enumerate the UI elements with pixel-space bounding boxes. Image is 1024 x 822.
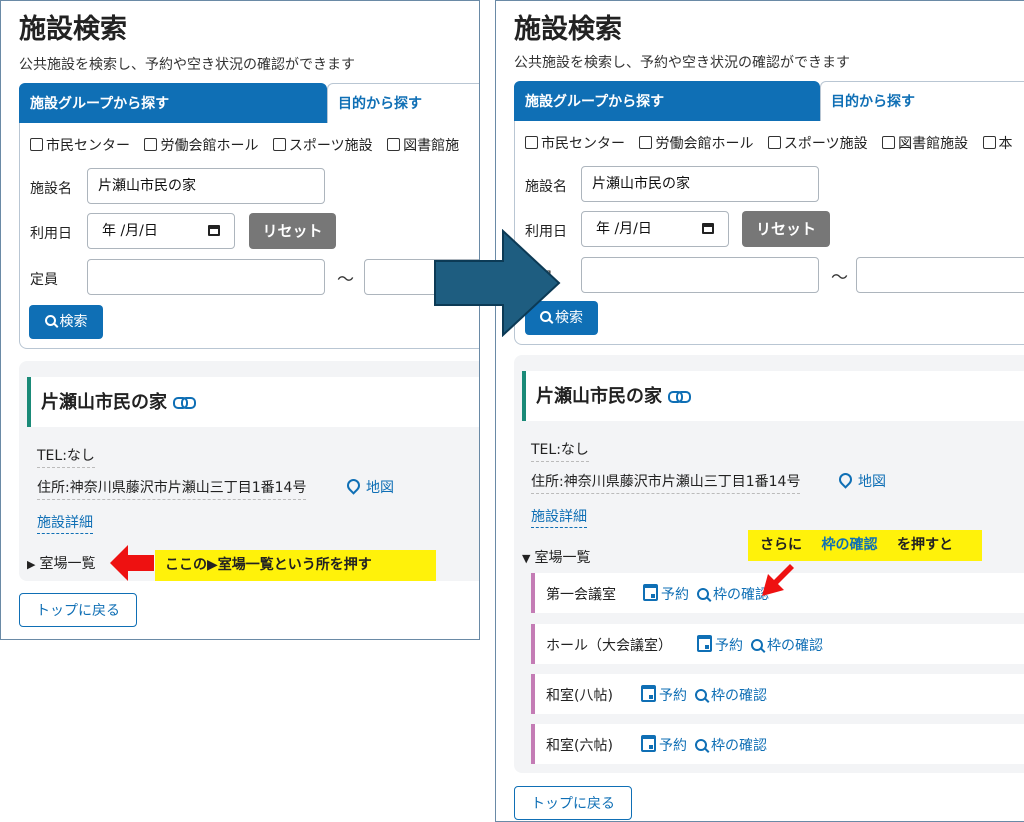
reset-button[interactable]: リセット [249, 213, 336, 249]
zoom-icon [751, 639, 763, 651]
tab-purpose[interactable]: 目的から探す [327, 83, 479, 123]
room-check-slots-link[interactable]: 枠の確認 [751, 635, 823, 655]
facility-detail-link[interactable]: 施設詳細 [531, 506, 587, 528]
room-reserve-link[interactable]: 予約 [641, 685, 687, 705]
pointer-arrow-shape [762, 564, 794, 596]
range-tilde: ～ [337, 270, 354, 290]
facility-tel: TEL:なし [531, 439, 589, 462]
date-input[interactable]: 年 /月/日 [581, 211, 729, 247]
link-icon[interactable] [668, 391, 691, 403]
calendar-icon [697, 635, 712, 652]
map-link[interactable]: 地図 [344, 476, 394, 497]
facility-tel: TEL:なし [37, 445, 95, 468]
checkbox-sports[interactable]: スポーツ施設 [272, 135, 373, 155]
facility-name: 片瀬山市民の家 [41, 388, 196, 414]
checkbox-library[interactable]: 図書館施設 [882, 133, 968, 153]
reset-button[interactable]: リセット [742, 211, 830, 247]
room-name: 第一会議室 [546, 587, 616, 603]
checkbox-civic-center[interactable]: 市民センター [525, 133, 625, 153]
calendar-icon[interactable] [702, 223, 714, 234]
room-row: 和室(八帖) 予約 枠の確認 [531, 674, 1024, 714]
facility-name-input[interactable]: 片瀬山市民の家 [581, 166, 819, 202]
search-icon [44, 315, 56, 326]
capacity-label: 定員 [30, 272, 58, 288]
calendar-icon[interactable] [208, 225, 220, 236]
after-screenshot-panel: 施設検索 公共施設を検索し、予約や空き状況の確認ができます 施設グループから探す… [495, 0, 1024, 822]
instruction-callout-right: さらに 枠の確認 を押すと [748, 530, 982, 561]
range-tilde: ～ [831, 268, 848, 288]
checkbox-books[interactable]: 本 [982, 133, 1013, 153]
facility-header: 片瀬山市民の家 [522, 371, 1024, 421]
result-card: 片瀬山市民の家 TEL:なし 住所:神奈川県藤沢市片瀬山三丁目1番14号 地図 … [19, 361, 479, 581]
capacity-max-input[interactable] [856, 257, 1024, 293]
tab-facility-group[interactable]: 施設グループから探す [514, 81, 820, 121]
checkbox-labor-hall[interactable]: 労働会館ホール [639, 133, 753, 153]
back-to-top-button[interactable]: トップに戻る [19, 593, 137, 627]
facility-header: 片瀬山市民の家 [27, 377, 479, 427]
room-row: 和室(六帖) 予約 枠の確認 [531, 724, 1024, 764]
instruction-callout-left: ここの▶室場一覧という所を押す [155, 550, 436, 581]
room-reserve-link[interactable]: 予約 [643, 584, 689, 604]
date-input[interactable]: 年 /月/日 [87, 213, 235, 249]
pointer-arrow-shape [110, 545, 154, 581]
facility-address: 住所:神奈川県藤沢市片瀬山三丁目1番14号 [37, 477, 307, 500]
facility-name: 片瀬山市民の家 [536, 382, 691, 408]
tab-facility-group[interactable]: 施設グループから探す [19, 83, 327, 123]
capacity-min-input[interactable] [581, 257, 819, 293]
date-label: 利用日 [30, 226, 72, 242]
facility-name-label: 施設名 [525, 179, 567, 195]
search-form: 市民センター 労働会館ホール スポーツ施設 図書館施設 本 施設名 片瀬山市民の… [514, 121, 1024, 345]
facility-name-input[interactable]: 片瀬山市民の家 [87, 168, 325, 204]
search-form: 市民センター 労働会館ホール スポーツ施設 図書館施 施設名 片瀬山市民の家 利… [19, 123, 479, 349]
page-title: 施設検索 [19, 14, 127, 45]
search-tabs: 施設グループから探す 目的から探す [514, 81, 1024, 121]
calendar-icon [641, 735, 656, 752]
facility-type-checkboxes: 市民センター 労働会館ホール スポーツ施設 図書館施 [30, 135, 469, 155]
zoom-icon [695, 689, 707, 701]
red-pointer-arrow [110, 545, 154, 581]
checkbox-labor-hall[interactable]: 労働会館ホール [144, 135, 258, 155]
page-title: 施設検索 [514, 14, 622, 45]
zoom-icon [695, 739, 707, 751]
map-pin-icon [344, 476, 363, 495]
room-row: ホール（大会議室） 予約 枠の確認 [531, 624, 1024, 664]
room-reserve-link[interactable]: 予約 [641, 735, 687, 755]
tab-purpose[interactable]: 目的から探す [820, 81, 1024, 121]
map-pin-icon [836, 470, 855, 489]
search-tabs: 施設グループから探す 目的から探す [19, 83, 479, 123]
link-icon[interactable] [173, 397, 196, 409]
zoom-icon [697, 588, 709, 600]
page-subtitle: 公共施設を検索し、予約や空き状況の確認ができます [514, 55, 850, 71]
room-check-slots-link[interactable]: 枠の確認 [695, 685, 767, 705]
facility-address: 住所:神奈川県藤沢市片瀬山三丁目1番14号 [531, 471, 801, 494]
capacity-min-input[interactable] [87, 259, 325, 295]
transition-arrow [434, 229, 561, 337]
page-subtitle: 公共施設を検索し、予約や空き状況の確認ができます [19, 57, 355, 73]
calendar-icon [641, 685, 656, 702]
room-name: ホール（大会議室） [546, 638, 672, 654]
transition-arrow-shape [434, 229, 561, 337]
checkbox-library[interactable]: 図書館施 [387, 135, 459, 155]
map-link[interactable]: 地図 [836, 470, 886, 491]
facility-detail-link[interactable]: 施設詳細 [37, 512, 93, 534]
facility-name-label: 施設名 [30, 181, 72, 197]
back-to-top-button[interactable]: トップに戻る [514, 786, 632, 820]
before-screenshot-panel: 施設検索 公共施設を検索し、予約や空き状況の確認ができます 施設グループから探す… [0, 0, 480, 640]
checkbox-civic-center[interactable]: 市民センター [30, 135, 130, 155]
room-name: 和室(八帖) [546, 688, 613, 704]
search-button[interactable]: 検索 [29, 305, 103, 339]
red-pointer-arrow [762, 564, 794, 596]
room-reserve-link[interactable]: 予約 [697, 635, 743, 655]
room-check-slots-link[interactable]: 枠の確認 [695, 735, 767, 755]
facility-type-checkboxes: 市民センター 労働会館ホール スポーツ施設 図書館施設 本 [525, 133, 1023, 153]
rooms-list-toggle[interactable]: ▶ 室場一覧 [27, 553, 95, 573]
checkbox-sports[interactable]: スポーツ施設 [767, 133, 868, 153]
rooms-list-toggle[interactable]: ▼ 室場一覧 [522, 547, 590, 567]
calendar-icon [643, 584, 658, 601]
room-name: 和室(六帖) [546, 738, 613, 754]
